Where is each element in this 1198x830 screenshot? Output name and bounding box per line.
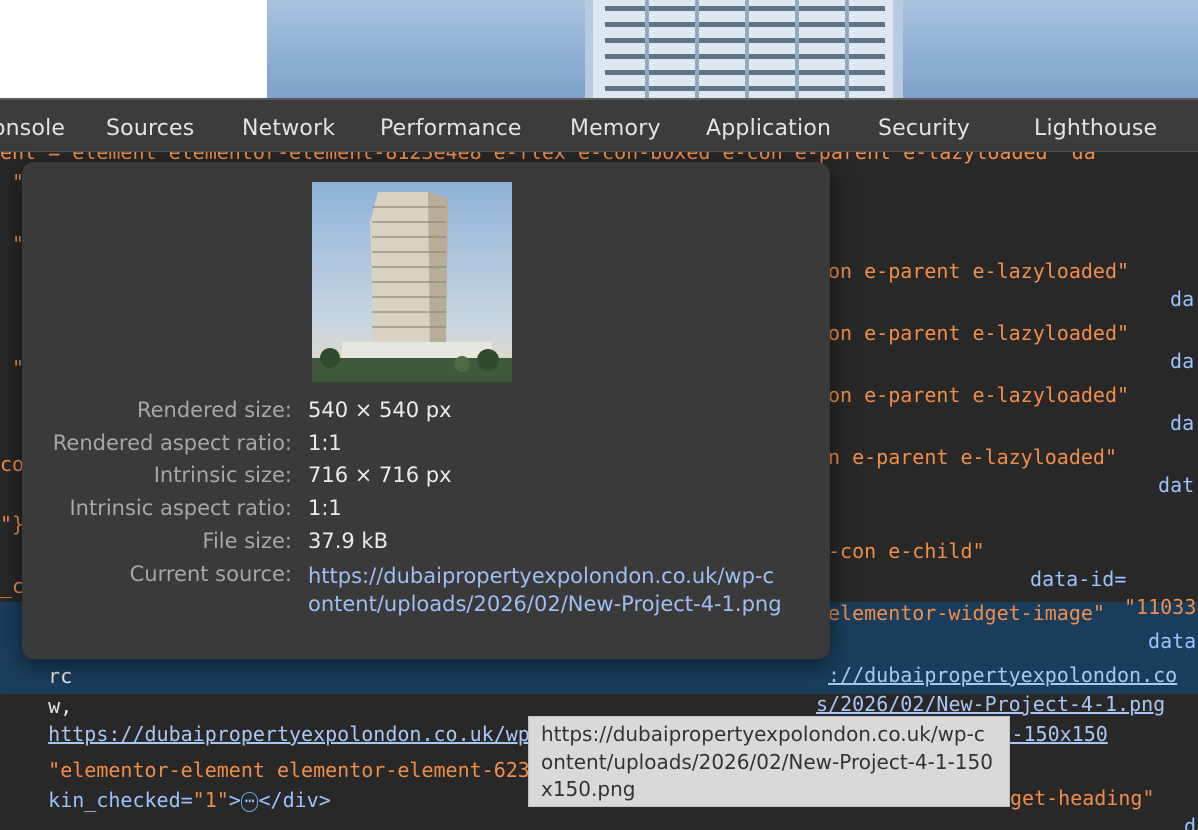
rendered-aspect-ratio-value: 1:1	[308, 431, 342, 455]
code-fragment: da	[1184, 814, 1198, 830]
code-fragment: on e-parent e-lazyloaded"	[828, 321, 1130, 345]
tab-sources[interactable]: Sources	[106, 116, 194, 141]
code-fragment: w,	[48, 694, 85, 718]
code-fragment: kin_checked=	[48, 788, 193, 812]
tower-thumbnail-image	[312, 182, 512, 382]
code-line[interactable]: kin_checked="1"> ⋯ </div>	[0, 758, 331, 812]
code-fragment: elementor-widget-image"	[828, 601, 1105, 625]
code-fragment: on e-parent e-lazyloaded"	[828, 259, 1130, 283]
devtools-tab-bar: onsole Sources Network Performance Memor…	[0, 98, 1198, 152]
code-line-selected[interactable]: w, https://dubaipropertyexpolondon.co.uk…	[0, 664, 1108, 746]
src-link[interactable]: s/2026/02/New-Project-4-1.png	[816, 690, 1165, 718]
code-fragment: "1"	[192, 788, 229, 812]
intrinsic-aspect-ratio-value: 1:1	[308, 496, 342, 520]
code-fragment: -con e-child"	[828, 539, 985, 563]
intrinsic-size-label: Intrinsic size:	[153, 463, 292, 487]
code-line[interactable]: "}	[0, 510, 24, 538]
code-fragment: data-id=	[1018, 567, 1127, 591]
tab-memory[interactable]: Memory	[570, 116, 661, 141]
hero-image	[267, 0, 1198, 98]
code-fragment: >	[228, 788, 241, 812]
code-fragment: get-heading"	[1010, 786, 1155, 810]
tab-network[interactable]: Network	[242, 116, 335, 141]
code-fragment: "11033	[1124, 595, 1197, 619]
tab-application[interactable]: Application	[706, 116, 831, 141]
url-tooltip: https://dubaipropertyexpolondon.co.uk/wp…	[528, 716, 1010, 807]
tab-console[interactable]: onsole	[0, 116, 65, 141]
rendered-size-value: 540 × 540 px	[308, 398, 452, 422]
code-fragment: on e-parent e-lazyloaded"	[828, 383, 1130, 407]
code-fragment: da	[1158, 411, 1195, 435]
code-fragment: da	[1158, 287, 1195, 311]
file-size-label: File size:	[202, 529, 292, 553]
file-size-value: 37.9 kB	[308, 529, 389, 553]
image-preview-popover: Rendered size: 540 × 540 px Rendered asp…	[22, 162, 830, 659]
code-fragment: </div>	[258, 788, 331, 812]
intrinsic-aspect-ratio-label: Intrinsic aspect ratio:	[69, 496, 292, 520]
tab-lighthouse[interactable]: Lighthouse	[1034, 116, 1157, 141]
intrinsic-size-value: 716 × 716 px	[308, 463, 452, 487]
code-fragment: n e-parent e-lazyloaded"	[828, 445, 1117, 469]
tab-security[interactable]: Security	[878, 116, 970, 141]
ellipsis-expand-button[interactable]: ⋯	[240, 791, 259, 812]
rendered-size-label: Rendered size:	[136, 398, 292, 422]
image-thumbnail	[312, 182, 512, 382]
code-fragment: da	[1158, 349, 1195, 373]
rendered-aspect-ratio-label: Rendered aspect ratio:	[52, 431, 292, 455]
current-source-link[interactable]: https://dubaipropertyexpolondon.co.uk/wp…	[308, 562, 786, 618]
code-fragment: dat	[1146, 473, 1195, 497]
code-line[interactable]: "elementor-element elementor-element-623…	[0, 728, 1198, 830]
current-source-label: Current source:	[129, 562, 292, 586]
tab-performance[interactable]: Performance	[380, 116, 522, 141]
webpage-viewport	[0, 0, 1198, 98]
building-image	[585, 0, 903, 98]
code-line[interactable]: _c	[0, 572, 24, 600]
code-fragment: data	[1136, 629, 1197, 653]
